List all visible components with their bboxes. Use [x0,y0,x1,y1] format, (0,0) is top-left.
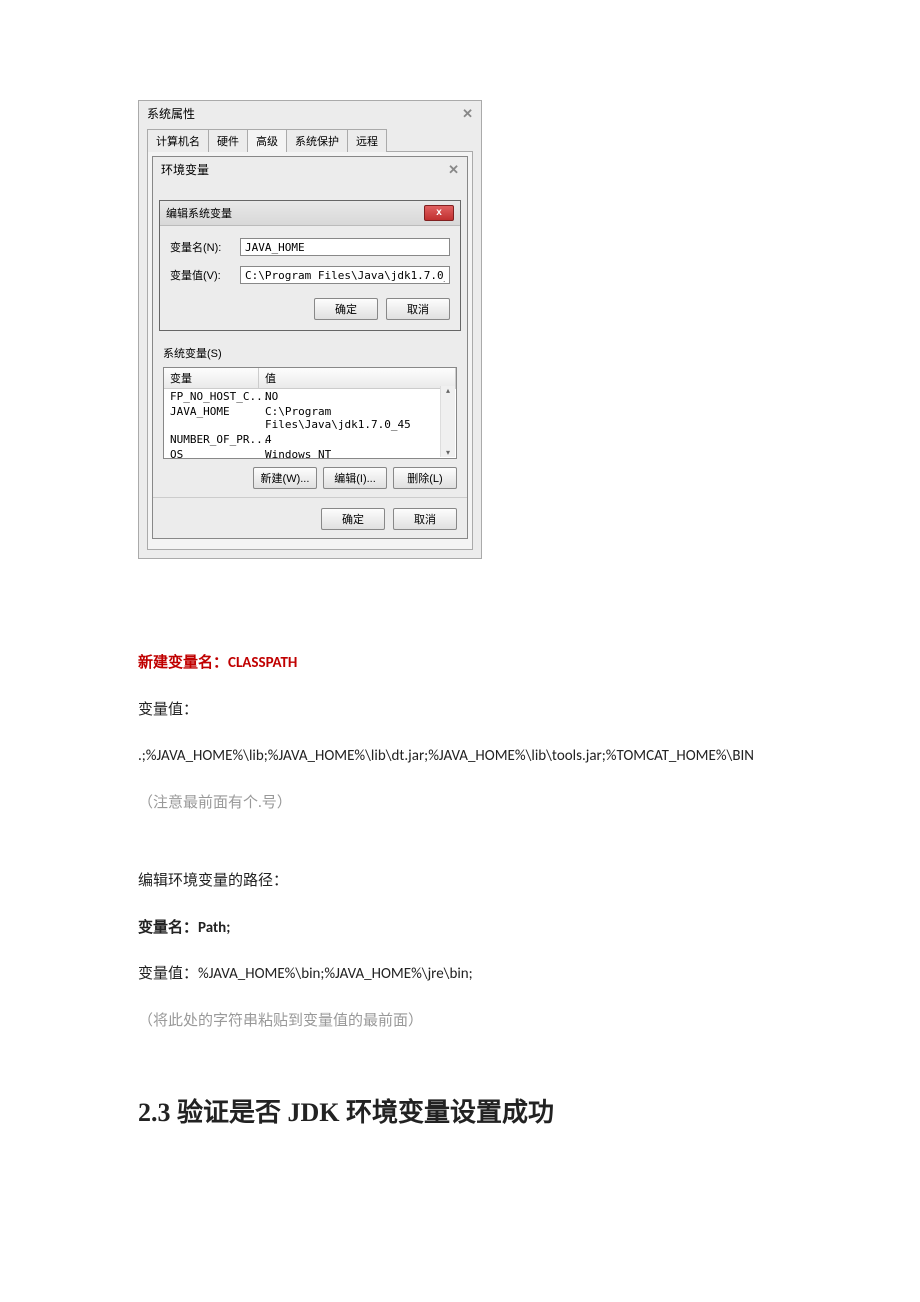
delete-button[interactable]: 删除(L) [393,467,457,489]
note-paste: （将此处的字符串粘贴到变量值的最前面） [138,1007,782,1036]
close-button[interactable]: x [424,205,454,221]
row-value: 4 [259,433,456,446]
system-variables-group: 系统变量(S) 变量 值 FP_NO_HOST_C... NO [163,345,457,489]
variable-name-input[interactable] [240,238,450,256]
system-variables-label: 系统变量(S) [163,345,457,361]
variable-value-label: 变量值(V): [170,267,240,283]
row-value: NO [259,390,456,403]
heading-2-3: 2.3 验证是否 JDK 环境变量设置成功 [138,1095,782,1131]
edit-dialog-buttons: 确定 取消 [170,294,450,320]
system-properties-titlebar: 系统属性 ✕ [139,101,481,128]
note-dot: （注意最前面有个.号） [138,789,782,818]
tab-remote[interactable]: 远程 [347,129,387,152]
system-variables-buttons: 新建(W)... 编辑(I)... 删除(L) [163,467,457,489]
classpath-prefix: 新建变量名： [138,654,228,672]
row-value: Windows_NT [259,448,456,459]
tab-advanced[interactable]: 高级 [247,129,287,152]
env-dialog-footer: 确定 取消 [153,497,467,538]
path-name-prefix: 变量名： [138,919,198,937]
row-name: OS [164,448,259,459]
new-button[interactable]: 新建(W)... [253,467,317,489]
edit-dialog-title: 编辑系统变量 [166,205,232,221]
edit-button[interactable]: 编辑(I)... [323,467,387,489]
path-value-line: 变量值：%JAVA_HOME%\bin;%JAVA_HOME%\jre\bin; [138,960,782,989]
edit-path-label: 编辑环境变量的路径： [138,867,782,896]
column-value: 值 [259,368,456,388]
variable-value-row: 变量值(V): [170,266,450,284]
variable-name-row: 变量名(N): [170,238,450,256]
tabs-bar: 计算机名 硬件 高级 系统保护 远程 [147,128,473,152]
variable-name-label: 变量名(N): [170,239,240,255]
close-icon: x [436,208,442,218]
path-name-line: 变量名：Path; [138,914,782,943]
classpath-heading: 新建变量名：CLASSPATH [138,649,782,678]
cancel-button[interactable]: 取消 [386,298,450,320]
column-variable: 变量 [164,368,259,388]
close-icon[interactable]: ✕ [462,106,473,122]
system-variables-list[interactable]: 变量 值 FP_NO_HOST_C... NO JAVA_HOME C:\Pro… [163,367,457,459]
system-properties-window: 系统属性 ✕ 计算机名 硬件 高级 系统保护 远程 环境变量 ✕ 编辑系统变量 [138,100,482,559]
table-row[interactable]: OS Windows_NT [164,447,456,459]
ok-button[interactable]: 确定 [314,298,378,320]
tab-computer-name[interactable]: 计算机名 [147,129,209,152]
edit-system-variable-dialog: 编辑系统变量 x 变量名(N): 变量值(V): [159,200,461,331]
classpath-value: .;%JAVA_HOME%\lib;%JAVA_HOME%\lib\dt.jar… [138,742,782,771]
row-name: NUMBER_OF_PR... [164,433,259,446]
window-title: 系统属性 [147,105,195,122]
path-name-value: Path; [198,919,230,937]
variable-value-input[interactable] [240,266,450,284]
row-name: JAVA_HOME [164,405,259,431]
edit-titlebar: 编辑系统变量 x [160,201,460,226]
var-value-label: 变量值： [138,696,782,725]
env-titlebar: 环境变量 ✕ [153,157,467,184]
list-header: 变量 值 [164,368,456,389]
row-name: FP_NO_HOST_C... [164,390,259,403]
path-value-label: 变量值： [138,965,198,983]
ok-button[interactable]: 确定 [321,508,385,530]
list-rows: FP_NO_HOST_C... NO JAVA_HOME C:\Program … [164,389,456,459]
env-variables-dialog: 环境变量 ✕ 编辑系统变量 x 变量名(N): [152,156,468,539]
path-value: %JAVA_HOME%\bin;%JAVA_HOME%\jre\bin; [198,965,473,983]
env-title: 环境变量 [161,161,209,178]
row-value: C:\Program Files\Java\jdk1.7.0_45 [259,405,456,431]
system-properties-body: 环境变量 ✕ 编辑系统变量 x 变量名(N): [147,152,473,550]
classpath-name: CLASSPATH [228,654,297,672]
tab-system-protection[interactable]: 系统保护 [286,129,348,152]
close-icon[interactable]: ✕ [448,162,459,178]
scrollbar[interactable] [440,386,455,457]
table-row[interactable]: NUMBER_OF_PR... 4 [164,432,456,447]
cancel-button[interactable]: 取消 [393,508,457,530]
tab-hardware[interactable]: 硬件 [208,129,248,152]
table-row[interactable]: JAVA_HOME C:\Program Files\Java\jdk1.7.0… [164,404,456,432]
edit-body: 变量名(N): 变量值(V): 确定 取消 [160,226,460,330]
table-row[interactable]: FP_NO_HOST_C... NO [164,389,456,404]
document-body: 新建变量名：CLASSPATH 变量值： .;%JAVA_HOME%\lib;%… [0,649,920,1131]
